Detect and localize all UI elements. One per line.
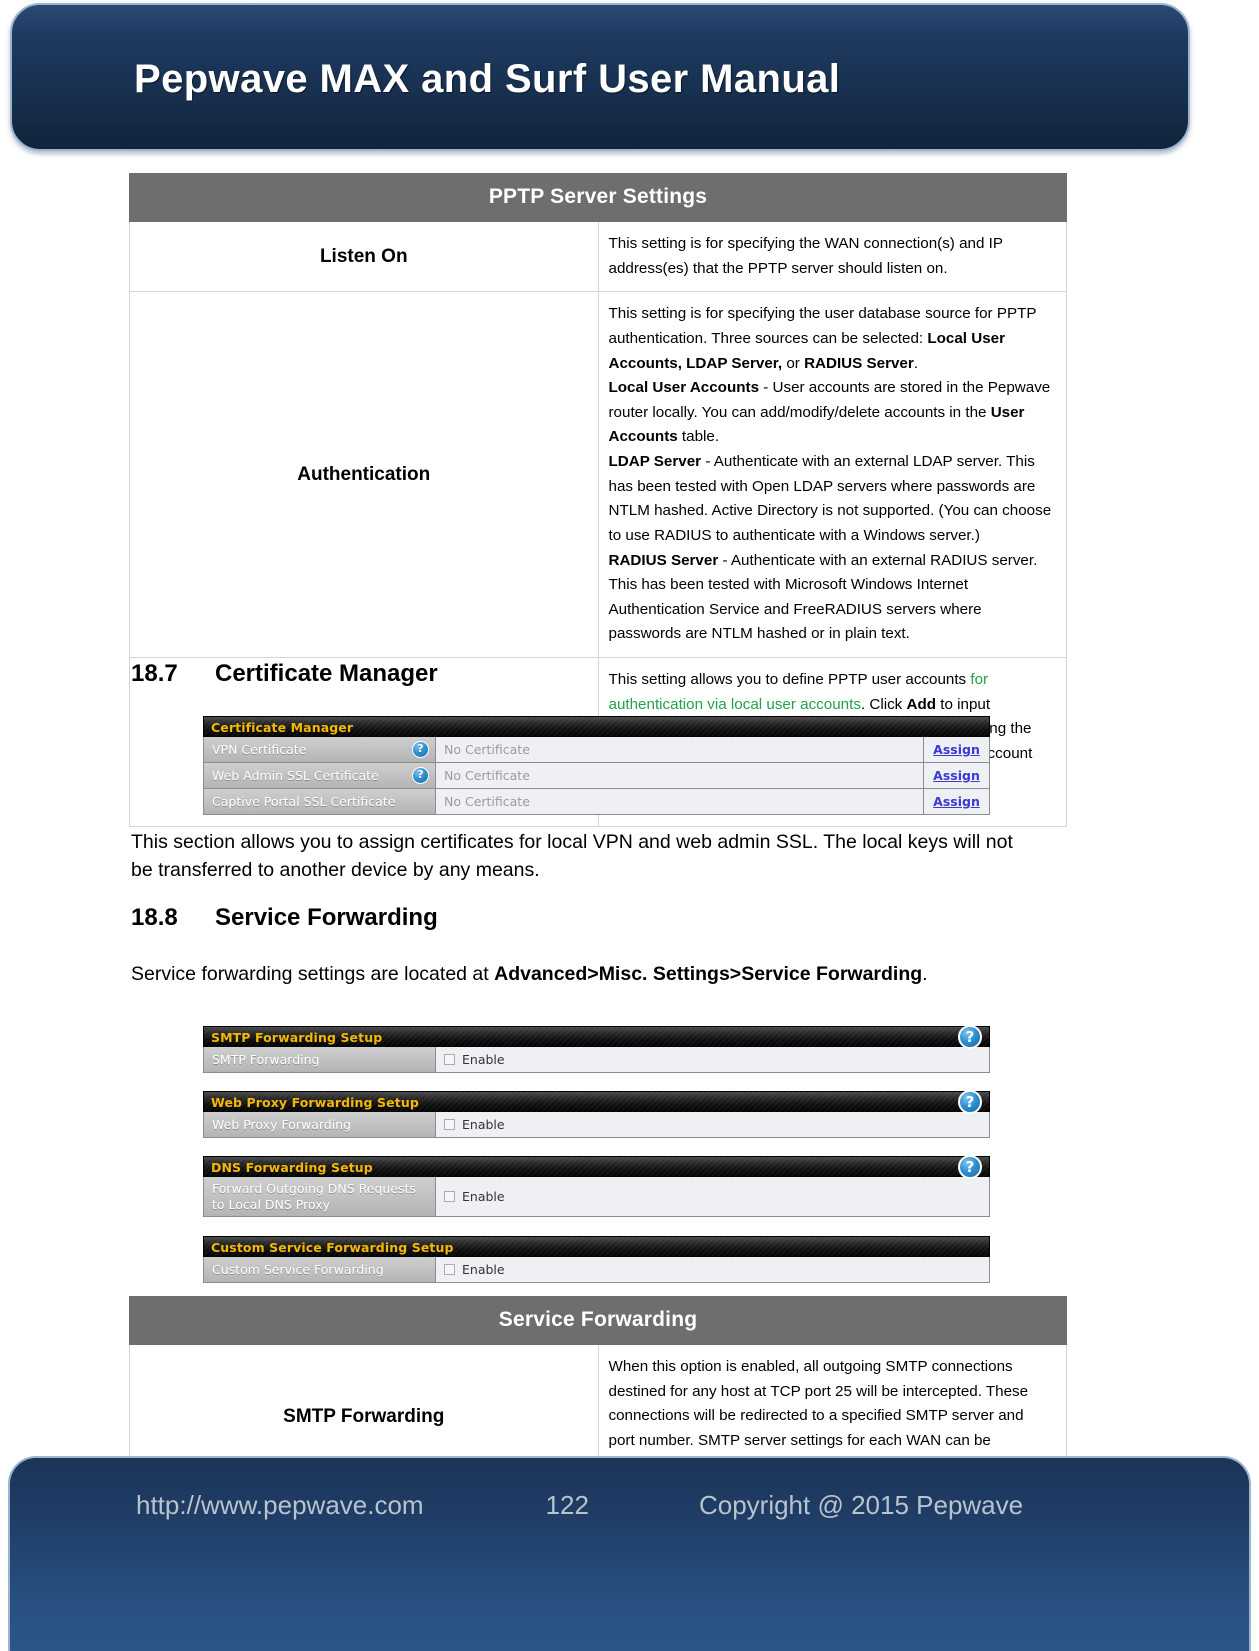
section-heading-18-8: 18.8 Service Forwarding [131,904,438,932]
web-proxy-header-title: Web Proxy Forwarding Setup [211,1095,419,1110]
enable-checkbox[interactable] [444,1054,455,1065]
enable-label: Enable [462,1262,505,1277]
assign-cell: Assign [923,789,989,814]
row-label-authentication: Authentication [129,291,599,658]
row-desc-listen-on: This setting is for specifying the WAN c… [597,220,1067,293]
section-number-18-8: 18.8 [131,904,178,931]
custom-service-header-title: Custom Service Forwarding Setup [211,1240,454,1255]
help-icon[interactable]: ? [412,767,429,784]
row-desc-authentication: This setting is for specifying the user … [597,291,1067,658]
dns-header-title: DNS Forwarding Setup [211,1160,373,1175]
enable-checkbox[interactable] [444,1119,455,1130]
web-proxy-panel-header: Web Proxy Forwarding Setup ? [203,1090,990,1114]
ua-text-b: . Click [860,695,907,713]
section-title-18-8: Service Forwarding [215,904,438,931]
page-title: Pepwave MAX and Surf User Manual [134,57,841,101]
intro-text-b: . [922,963,928,985]
page-footer-banner: http://www.pepwave.com 122 Copyright @ 2… [8,1456,1251,1651]
enable-checkbox[interactable] [444,1191,455,1203]
help-icon[interactable]: ? [958,1155,982,1179]
certificate-row-vpn: VPN Certificate ? No Certificate Assign [203,737,990,763]
pptp-table-title: PPTP Server Settings [129,173,1067,222]
certificate-row-label: Captive Portal SSL Certificate [204,789,436,814]
certificate-manager-panel: Certificate Manager VPN Certificate ? No… [203,716,990,815]
web-admin-ssl-certificate-value: No Certificate [436,763,923,788]
table-title-row: Service Forwarding [129,1296,1067,1345]
help-icon[interactable]: ? [958,1025,982,1049]
assign-link-vpn[interactable]: Assign [933,742,980,757]
custom-service-forwarding-label: Custom Service Forwarding [204,1257,436,1282]
service-forwarding-intro: Service forwarding settings are located … [131,960,1036,988]
web-proxy-enable-field: Enable [436,1112,989,1137]
assign-link-captive-portal[interactable]: Assign [933,794,980,809]
vpn-certificate-label: VPN Certificate [212,741,307,757]
certificate-row-label: VPN Certificate ? [204,737,436,762]
footer-content: http://www.pepwave.com 122 Copyright @ 2… [10,1490,1249,1521]
ua-text-a: This setting allows you to define PPTP u… [608,671,971,688]
enable-checkbox[interactable] [444,1264,455,1275]
page-header-banner: Pepwave MAX and Surf User Manual [10,3,1190,151]
table-row: Authentication This setting is for speci… [129,291,1067,658]
certificate-manager-header-title: Certificate Manager [211,720,354,735]
footer-page-number: 122 [545,1490,589,1520]
smtp-enable-field: Enable [436,1047,989,1072]
vpn-certificate-value: No Certificate [436,737,923,762]
dns-forwarding-row: Forward Outgoing DNS Requests to Local D… [203,1177,990,1218]
intro-path-bold: Advanced>Misc. Settings>Service Forwardi… [494,963,923,985]
web-proxy-forwarding-label: Web Proxy Forwarding [204,1112,436,1137]
row-label-listen-on: Listen On [129,220,599,293]
enable-label: Enable [462,1189,505,1205]
captive-portal-ssl-certificate-label: Captive Portal SSL Certificate [212,793,396,809]
help-icon[interactable]: ? [412,741,429,758]
custom-service-enable-field: Enable [436,1257,989,1282]
section-title-18-7: Certificate Manager [215,660,438,687]
assign-cell: Assign [923,763,989,788]
section-heading-18-7: 18.7 Certificate Manager [131,660,438,688]
certificate-manager-paragraph: This section allows you to assign certif… [131,831,1013,882]
certificate-row-label: Web Admin SSL Certificate ? [204,763,436,788]
table-title-row: PPTP Server Settings [129,173,1067,222]
certificate-manager-panel-header: Certificate Manager [203,716,990,737]
auth-line-2: Local User Accounts - User accounts are … [608,379,1051,446]
enable-label: Enable [462,1117,505,1132]
custom-service-panel-header: Custom Service Forwarding Setup [203,1236,990,1257]
dns-panel-header: DNS Forwarding Setup ? [203,1155,990,1179]
custom-service-forwarding-setup-panel: Custom Service Forwarding Setup Custom S… [203,1236,990,1283]
smtp-panel-header: SMTP Forwarding Setup ? [203,1025,990,1049]
auth-line-1: This setting is for specifying the user … [608,305,1037,372]
web-admin-ssl-certificate-label: Web Admin SSL Certificate [212,767,379,783]
smtp-header-title: SMTP Forwarding Setup [211,1030,383,1045]
web-proxy-forwarding-setup-panel: Web Proxy Forwarding Setup ? Web Proxy F… [203,1090,990,1138]
smtp-forwarding-row: SMTP Forwarding Enable [203,1047,990,1073]
help-icon[interactable]: ? [958,1090,982,1114]
ua-text-add: Add [906,695,937,713]
dns-enable-field: Enable [436,1177,989,1217]
enable-label: Enable [462,1052,505,1067]
manual-page: Pepwave MAX and Surf User Manual PPTP Se… [0,0,1259,1651]
auth-line-3: LDAP Server - Authenticate with an exter… [608,453,1052,544]
service-forwarding-table-title: Service Forwarding [129,1296,1067,1345]
smtp-forwarding-setup-panel: SMTP Forwarding Setup ? SMTP Forwarding … [203,1025,990,1073]
intro-text-a: Service forwarding settings are located … [131,963,495,985]
dns-forwarding-label: Forward Outgoing DNS Requests to Local D… [204,1177,436,1217]
web-proxy-forwarding-row: Web Proxy Forwarding Enable [203,1112,990,1138]
dns-forwarding-setup-panel: DNS Forwarding Setup ? Forward Outgoing … [203,1155,990,1218]
assign-cell: Assign [923,737,989,762]
smtp-forwarding-label: SMTP Forwarding [204,1047,436,1072]
assign-link-web-admin[interactable]: Assign [933,768,980,783]
table-row: Listen On This setting is for specifying… [129,220,1067,293]
auth-line-4: RADIUS Server - Authenticate with an ext… [608,551,1038,643]
custom-service-forwarding-row: Custom Service Forwarding Enable [203,1257,990,1283]
captive-portal-ssl-certificate-value: No Certificate [436,789,923,814]
section-number-18-7: 18.7 [131,660,178,687]
footer-copyright: Copyright @ 2015 Pepwave [698,1490,1024,1520]
footer-url[interactable]: http://www.pepwave.com [136,1490,424,1521]
certificate-row-captive-portal: Captive Portal SSL Certificate No Certif… [203,789,990,815]
certificate-row-web-admin: Web Admin SSL Certificate ? No Certifica… [203,763,990,789]
